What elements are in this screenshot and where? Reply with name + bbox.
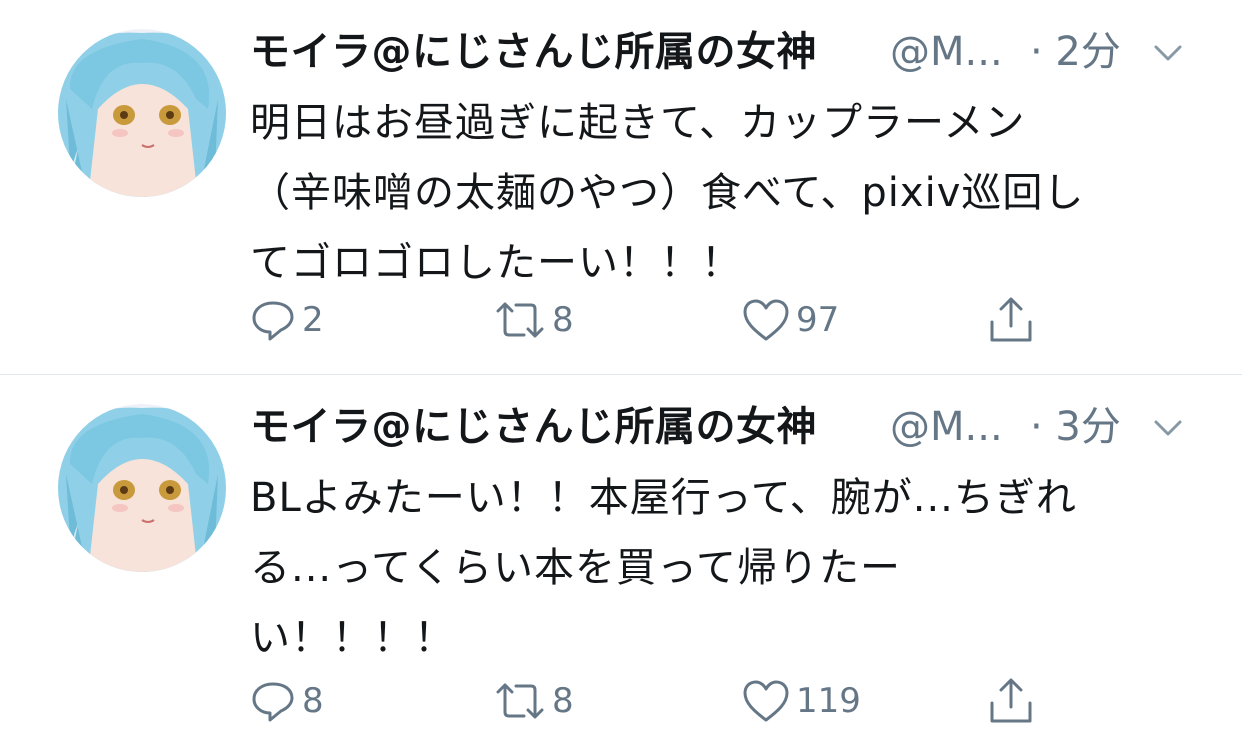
tweet-text-line: てゴロゴロしたーい！！！ <box>250 240 742 286</box>
like-count: 97 <box>796 300 840 340</box>
tweet-text: 明日はお昼過ぎに起きて、カップラーメン （辛味噌の太麺のやつ）食べて、pixiv… <box>250 88 1180 298</box>
tweet-text-line: 明日はお昼過ぎに起きて、カップラーメン <box>250 100 1026 146</box>
retweet-count: 8 <box>552 300 574 340</box>
share-icon <box>990 297 1032 342</box>
tweet-text-line: い！！！！ <box>250 615 455 661</box>
chevron-down-icon[interactable] <box>1152 38 1184 68</box>
tweet-text: BLよみたーい！！本屋行って、腕が...ちぎれ る...ってくらい本を買って帰り… <box>250 463 1180 673</box>
retweet-count: 8 <box>552 681 574 721</box>
like-icon <box>743 680 789 722</box>
share-button[interactable] <box>986 290 1036 350</box>
like-icon <box>743 299 789 341</box>
reply-icon <box>252 682 294 722</box>
tweet[interactable]: モイラ@にじさんじ所属の女神 @M... · 3分 BLよみたーい！！本屋行って… <box>0 375 1242 752</box>
retweet-button[interactable]: 8 <box>492 290 574 350</box>
avatar[interactable] <box>58 29 226 197</box>
tweet-text-line: （辛味噌の太麺のやつ）食べて、pixiv巡回し <box>250 170 1085 216</box>
action-bar: 8 8 119 <box>0 671 1242 731</box>
display-name[interactable]: モイラ@にじさんじ所属の女神 <box>250 26 817 78</box>
username[interactable]: @M... <box>890 26 1003 78</box>
action-bar: 2 8 97 <box>0 290 1242 350</box>
timestamp[interactable]: · 2分 <box>1030 26 1121 78</box>
reply-icon <box>252 301 294 341</box>
share-icon <box>990 678 1032 723</box>
tweet-text-line: BLよみたーい！！本屋行って、腕が...ちぎれ <box>250 475 1077 521</box>
retweet-icon <box>496 683 544 719</box>
reply-button[interactable]: 2 <box>248 290 324 350</box>
avatar-image <box>58 29 226 197</box>
share-button[interactable] <box>986 671 1036 731</box>
reply-button[interactable]: 8 <box>248 671 324 731</box>
like-count: 119 <box>796 681 861 721</box>
retweet-icon <box>496 302 544 338</box>
retweet-button[interactable]: 8 <box>492 671 574 731</box>
tweet-text-line: る...ってくらい本を買って帰りたー <box>250 545 901 591</box>
like-button[interactable]: 97 <box>740 290 839 350</box>
reply-count: 8 <box>302 681 324 721</box>
tweet-header: モイラ@にじさんじ所属の女神 @M... · 3分 <box>250 401 1210 453</box>
display-name[interactable]: モイラ@にじさんじ所属の女神 <box>250 401 817 453</box>
tweet[interactable]: モイラ@にじさんじ所属の女神 @M... · 2分 明日はお昼過ぎに起きて、カッ… <box>0 0 1242 374</box>
avatar[interactable] <box>58 404 226 572</box>
tweet-header: モイラ@にじさんじ所属の女神 @M... · 2分 <box>250 26 1210 78</box>
avatar-image <box>58 404 226 572</box>
like-button[interactable]: 119 <box>740 671 861 731</box>
reply-count: 2 <box>302 300 324 340</box>
timestamp[interactable]: · 3分 <box>1030 401 1121 453</box>
username[interactable]: @M... <box>890 401 1003 453</box>
chevron-down-icon[interactable] <box>1152 413 1184 443</box>
